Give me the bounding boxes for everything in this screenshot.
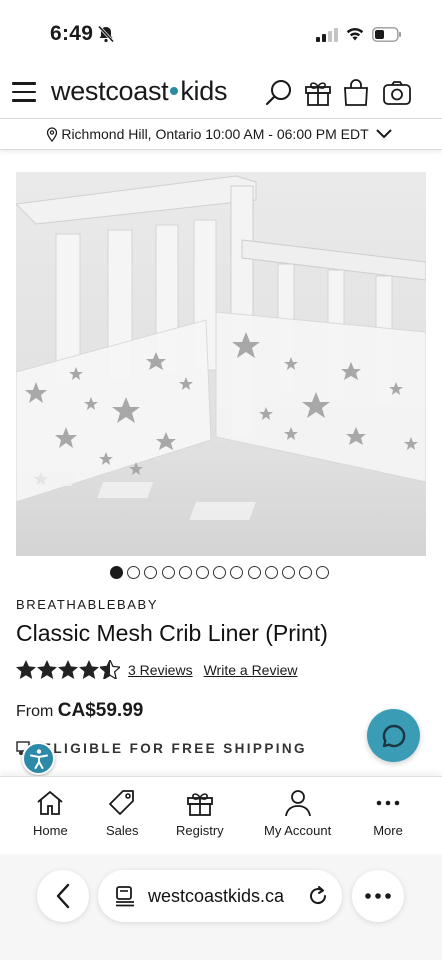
tag-icon: [109, 790, 135, 815]
chevron-down-icon[interactable]: [375, 128, 393, 140]
shopping-bag-icon[interactable]: [343, 78, 369, 108]
menu-icon[interactable]: [12, 82, 36, 102]
product-image[interactable]: [16, 172, 426, 556]
logo-dot: [170, 87, 179, 96]
product-title: Classic Mesh Crib Liner (Print): [16, 620, 328, 646]
chat-button[interactable]: [367, 709, 420, 762]
browser-toolbar: westcoastkids.ca: [0, 854, 442, 960]
page-menu-icon[interactable]: [114, 885, 136, 907]
nav-my-account[interactable]: My Account: [264, 789, 331, 838]
carousel-dot[interactable]: [110, 566, 123, 579]
carousel-dot[interactable]: [213, 566, 227, 579]
signal-icon: [316, 28, 338, 42]
carousel-dot[interactable]: [230, 566, 244, 579]
star-icon: [16, 660, 36, 679]
wifi-icon: [346, 28, 364, 41]
bottom-navigation: Home Sales Registry My Account More: [0, 776, 442, 854]
user-icon: [284, 790, 311, 817]
carousel-dot[interactable]: [247, 566, 261, 579]
site-logo[interactable]: westcoast kids: [51, 76, 227, 107]
carousel-dot[interactable]: [281, 566, 295, 579]
back-button[interactable]: [37, 870, 89, 922]
location-pin-icon: [47, 126, 58, 142]
store-location-bar[interactable]: Richmond Hill, Ontario 10:00 AM - 06:00 …: [0, 118, 442, 150]
star-icon: [79, 660, 99, 679]
accessibility-button[interactable]: [22, 742, 55, 775]
nav-home[interactable]: Home: [33, 789, 68, 838]
price-value: CA$59.99: [57, 700, 144, 721]
reviews-link[interactable]: 3 Reviews: [128, 662, 193, 678]
half-star-icon: [100, 660, 120, 679]
chat-bubble-icon: [382, 724, 405, 747]
home-icon: [37, 790, 63, 815]
free-shipping-badge: ELIGIBLE FOR FREE SHIPPING: [16, 740, 307, 756]
carousel-dot[interactable]: [161, 566, 175, 579]
store-location-text: Richmond Hill, Ontario 10:00 AM - 06:00 …: [61, 126, 369, 142]
battery-icon: [372, 27, 401, 42]
nav-registry[interactable]: Registry: [176, 789, 224, 838]
product-brand[interactable]: BREATHABLEBABY: [16, 597, 158, 612]
more-options-button[interactable]: [352, 870, 404, 922]
carousel-dot[interactable]: [195, 566, 209, 579]
carousel-dot[interactable]: [127, 566, 141, 579]
star-icon: [37, 660, 57, 679]
price-prefix: From: [16, 703, 54, 720]
search-icon[interactable]: [264, 78, 294, 108]
site-header: westcoast kids: [0, 70, 442, 118]
more-dots-icon: [376, 800, 400, 806]
camera-icon[interactable]: [382, 78, 412, 108]
carousel-dot[interactable]: [316, 566, 330, 579]
star-icon: [58, 660, 78, 679]
carousel-dot[interactable]: [299, 566, 313, 579]
carousel-dot[interactable]: [178, 566, 192, 579]
gift-icon: [186, 793, 213, 816]
url-text: westcoastkids.ca: [148, 885, 285, 906]
carousel-dots[interactable]: [110, 566, 330, 579]
carousel-dot[interactable]: [264, 566, 278, 579]
more-dots-icon: [365, 893, 391, 899]
carousel-dot[interactable]: [144, 566, 158, 579]
reload-icon[interactable]: [306, 884, 330, 908]
accessibility-icon: [29, 748, 48, 769]
product-rating: 3 Reviews Write a Review: [16, 660, 308, 679]
nav-sales[interactable]: Sales: [106, 789, 139, 838]
address-bar[interactable]: westcoastkids.ca: [98, 870, 342, 922]
product-price: From CA$59.99: [16, 700, 143, 722]
write-review-link[interactable]: Write a Review: [204, 662, 298, 678]
status-bar: 6:49: [0, 0, 442, 70]
shipping-text: ELIGIBLE FOR FREE SHIPPING: [42, 740, 307, 756]
rating-stars: [16, 660, 120, 679]
bell-muted-icon: [97, 25, 115, 43]
nav-more[interactable]: More: [373, 789, 403, 838]
crib-photo: [16, 172, 426, 556]
chevron-left-icon: [56, 883, 70, 909]
status-time: 6:49: [50, 22, 94, 45]
gift-icon[interactable]: [304, 78, 332, 108]
